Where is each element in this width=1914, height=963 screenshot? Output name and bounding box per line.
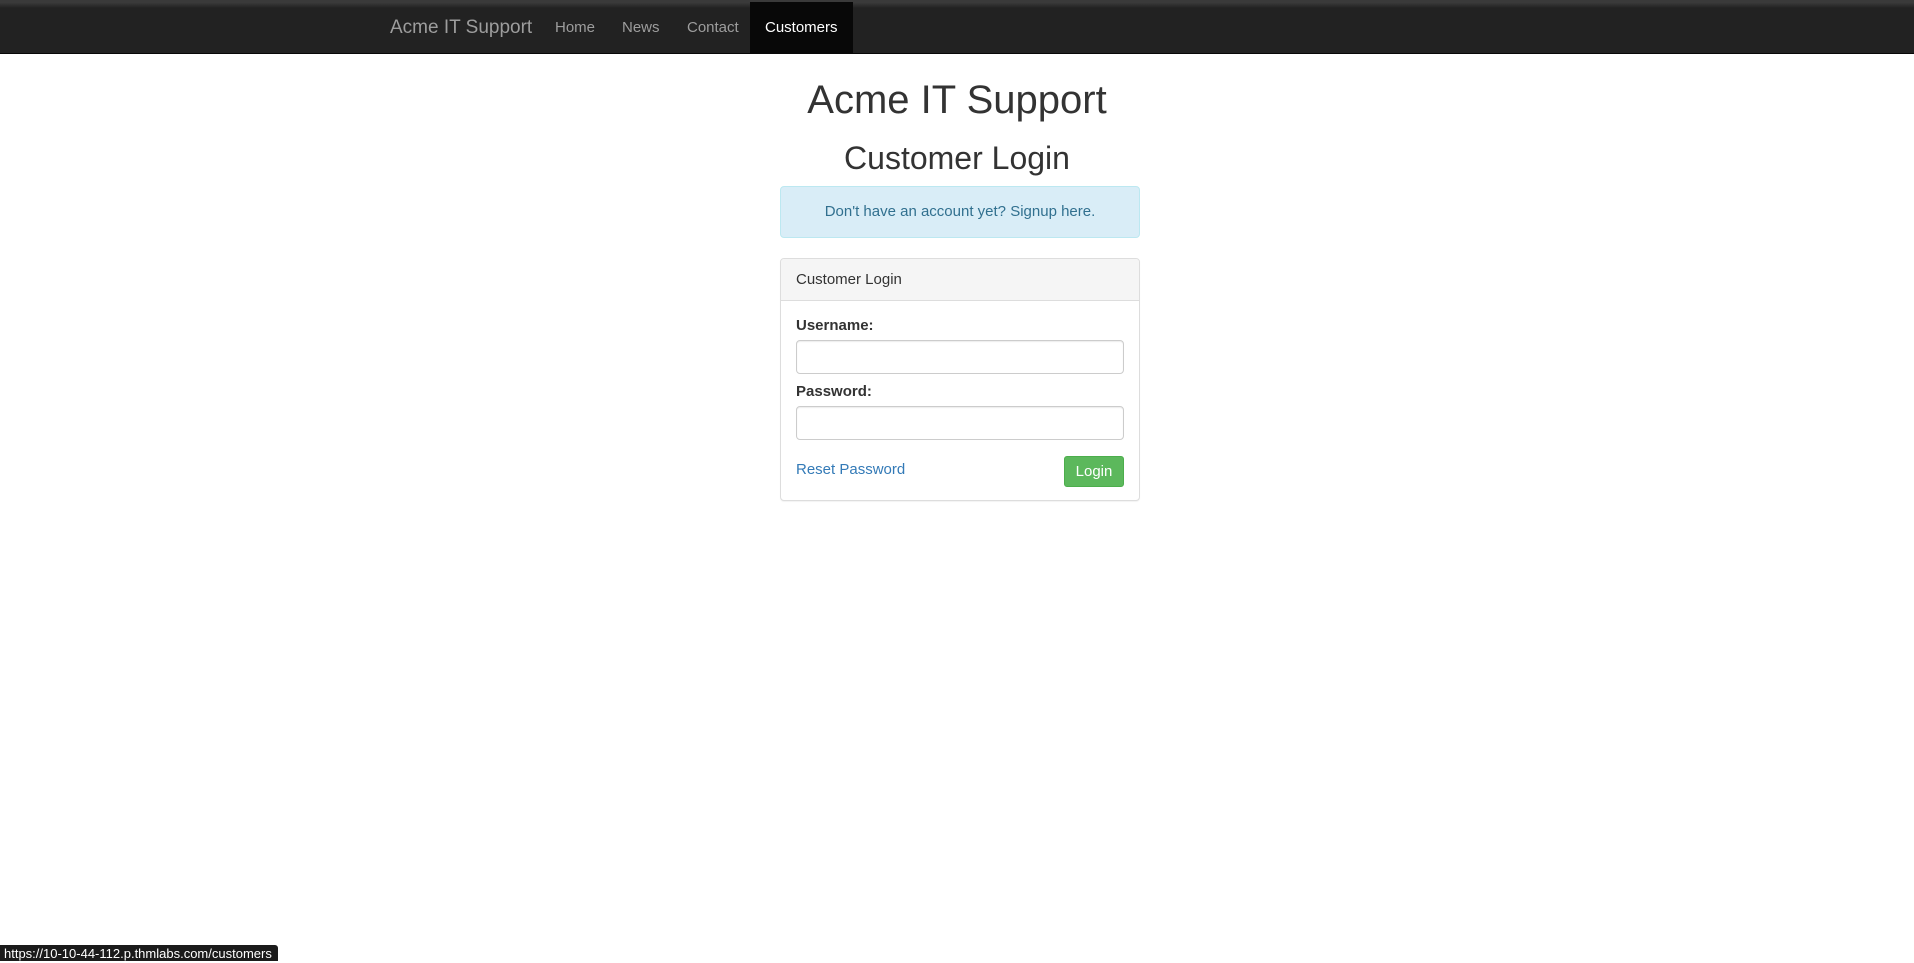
page-title: Customer Login [844, 140, 1070, 176]
login-button[interactable]: Login [1064, 456, 1124, 487]
site-title: Acme IT Support [807, 78, 1107, 122]
signup-alert-text: Don't have an account yet? [824, 203, 1007, 220]
navbar-brand[interactable]: Acme IT Support [390, 2, 532, 54]
nav-item-home[interactable]: Home [540, 2, 610, 54]
nav-item-contact[interactable]: Contact [672, 2, 754, 54]
browser-status-bar: https://10-10-44-112.p.thmlabs.com/custo… [0, 945, 278, 961]
username-input[interactable] [796, 340, 1124, 374]
password-input[interactable] [796, 406, 1124, 440]
signup-link[interactable]: Signup here. [1010, 203, 1095, 220]
nav-item-news[interactable]: News [607, 2, 675, 54]
login-panel: Customer Login Username: Password: Reset… [780, 258, 1140, 501]
username-label: Username: [796, 317, 874, 334]
nav-item-customers[interactable]: Customers [750, 2, 853, 54]
password-label: Password: [796, 383, 872, 400]
login-panel-heading: Customer Login [781, 259, 1139, 301]
signup-alert: Don't have an account yet? Signup here. [780, 186, 1140, 238]
top-navbar: Acme IT Support Home News Contact Custom… [0, 0, 1914, 54]
reset-password-link[interactable]: Reset Password [796, 461, 905, 478]
